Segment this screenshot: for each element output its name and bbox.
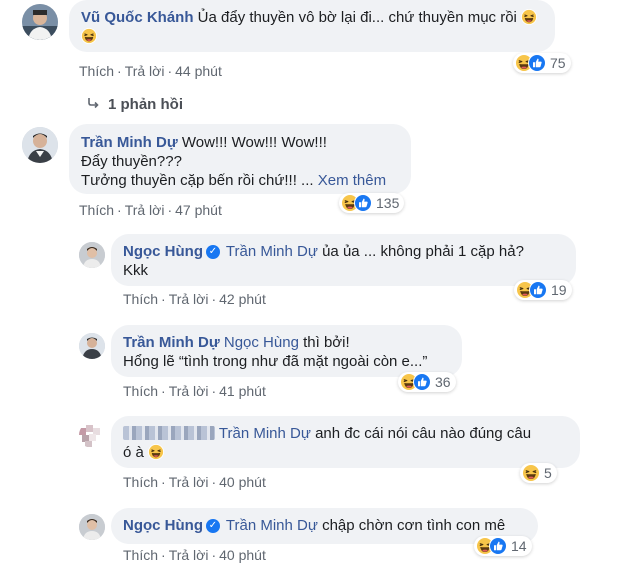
like-link[interactable]: Thích — [123, 291, 158, 307]
reaction-count: 36 — [435, 374, 451, 390]
timestamp[interactable]: 42 phút — [219, 291, 266, 307]
like-icon — [489, 537, 507, 555]
comment-text: Ủa đẩy thuyền vô bờ lại đi... chứ thuyền… — [197, 9, 517, 26]
like-link[interactable]: Thích — [79, 63, 114, 79]
laughing-emoji-icon — [521, 9, 537, 25]
reaction-count: 5 — [544, 465, 552, 481]
reply-link[interactable]: Trả lời — [169, 383, 209, 399]
like-link[interactable]: Thích — [79, 202, 114, 218]
timestamp[interactable]: 47 phút — [175, 202, 222, 218]
reaction-count: 75 — [550, 55, 566, 71]
comment-text: Đẩy thuyền??? — [81, 153, 182, 170]
comment-actions: Thích · Trả lời · 40 phút — [123, 474, 266, 490]
comment-actions: Thích · Trả lời · 44 phút — [79, 63, 222, 79]
comment-text: ó à — [123, 444, 144, 461]
view-replies-button[interactable]: 1 phản hồi — [86, 96, 183, 113]
comment-author[interactable]: Trần Minh Dự — [81, 134, 178, 151]
reaction-count: 135 — [376, 195, 400, 211]
reaction-summary[interactable]: 36 — [398, 372, 456, 392]
reaction-count: 14 — [511, 538, 527, 554]
mentioned-user[interactable]: Ngọc Hùng — [224, 334, 299, 351]
like-icon — [528, 54, 546, 72]
replies-count-label: 1 phản hồi — [108, 96, 183, 113]
comment-actions: Thích · Trả lời · 47 phút — [79, 202, 222, 218]
reaction-summary[interactable]: 19 — [514, 280, 572, 300]
reply-bubble: Ngọc Hùng ✓ Trần Minh Dự chập chờn cơn tì… — [111, 508, 538, 544]
avatar[interactable] — [22, 4, 58, 40]
avatar[interactable] — [22, 127, 58, 163]
mentioned-user[interactable]: Trần Minh Dự — [219, 425, 311, 442]
reaction-summary[interactable]: 5 — [520, 463, 557, 483]
comment-actions: Thích · Trả lời · 42 phút — [123, 291, 266, 307]
reply-arrow-icon — [88, 98, 99, 109]
haha-icon — [522, 464, 540, 482]
see-more-link[interactable]: Xem thêm — [318, 172, 386, 189]
laughing-emoji-icon — [148, 444, 164, 460]
like-icon — [529, 281, 547, 299]
comment-bubble: Vũ Quốc Khánh Ủa đẩy thuyền vô bờ lại đi… — [69, 0, 555, 52]
avatar[interactable] — [79, 333, 105, 359]
comment-text: Wow!!! Wow!!! Wow!!! — [181, 134, 327, 151]
comment-bubble: Trần Minh Dự Wow!!! Wow!!! Wow!!! Đẩy th… — [69, 124, 411, 194]
comment-text: thì bởi! — [303, 334, 350, 351]
verified-badge-icon: ✓ — [206, 519, 220, 534]
reaction-summary[interactable]: 14 — [474, 536, 532, 556]
like-link[interactable]: Thích — [123, 474, 158, 490]
reply-link[interactable]: Trả lời — [125, 63, 165, 79]
timestamp[interactable]: 40 phút — [219, 474, 266, 490]
comment-author[interactable]: Ngọc Hùng — [123, 517, 203, 534]
comment-text: Hổng lẽ “tình trong như đã mặt ngoài còn… — [123, 353, 428, 370]
verified-badge-icon: ✓ — [206, 245, 220, 260]
mentioned-user[interactable]: Trần Minh Dự — [226, 517, 318, 534]
mentioned-user[interactable]: Trần Minh Dự — [226, 243, 318, 260]
like-icon — [354, 194, 372, 212]
comment-text: Kkk — [123, 262, 149, 279]
avatar[interactable] — [79, 242, 105, 268]
reply-link[interactable]: Trả lời — [169, 474, 209, 490]
redacted-author-name — [123, 426, 215, 440]
comment-author[interactable]: Vũ Quốc Khánh — [81, 9, 194, 26]
reply-bubble: Ngọc Hùng ✓ Trần Minh Dự ủa ủa ... không … — [111, 234, 576, 286]
comment-text: ủa ủa ... không phải 1 cặp hả? — [322, 243, 524, 260]
avatar[interactable] — [79, 422, 105, 448]
like-icon — [413, 373, 431, 391]
reply-link[interactable]: Trả lời — [169, 291, 209, 307]
comment-author[interactable]: Trần Minh Dự — [123, 334, 220, 351]
comment-actions: Thích · Trả lời · 40 phút — [123, 547, 266, 563]
reply-link[interactable]: Trả lời — [169, 547, 209, 563]
comment-author[interactable]: Ngọc Hùng — [123, 243, 203, 260]
like-link[interactable]: Thích — [123, 383, 158, 399]
reply-bubble: Trần Minh Dự anh đc cái nói câu nào đúng… — [111, 416, 580, 468]
reaction-count: 19 — [551, 282, 567, 298]
laughing-emoji-icon — [81, 28, 97, 44]
reply-bubble: Trần Minh Dự Ngọc Hùng thì bởi! Hổng lẽ … — [111, 325, 462, 377]
comment-text: anh đc cái nói câu nào đúng câu — [315, 425, 532, 442]
comment-actions: Thích · Trả lời · 41 phút — [123, 383, 266, 399]
timestamp[interactable]: 40 phút — [219, 547, 266, 563]
comment-text: Tưởng thuyền cặp bến rồi chứ!!! ... — [81, 172, 314, 189]
avatar[interactable] — [79, 514, 105, 540]
reaction-summary[interactable]: 135 — [339, 193, 405, 213]
comment-text: chập chờn cơn tình con mê — [322, 517, 506, 534]
reaction-summary[interactable]: 75 — [513, 53, 571, 73]
reply-link[interactable]: Trả lời — [125, 202, 165, 218]
like-link[interactable]: Thích — [123, 547, 158, 563]
timestamp[interactable]: 41 phút — [219, 383, 266, 399]
timestamp[interactable]: 44 phút — [175, 63, 222, 79]
